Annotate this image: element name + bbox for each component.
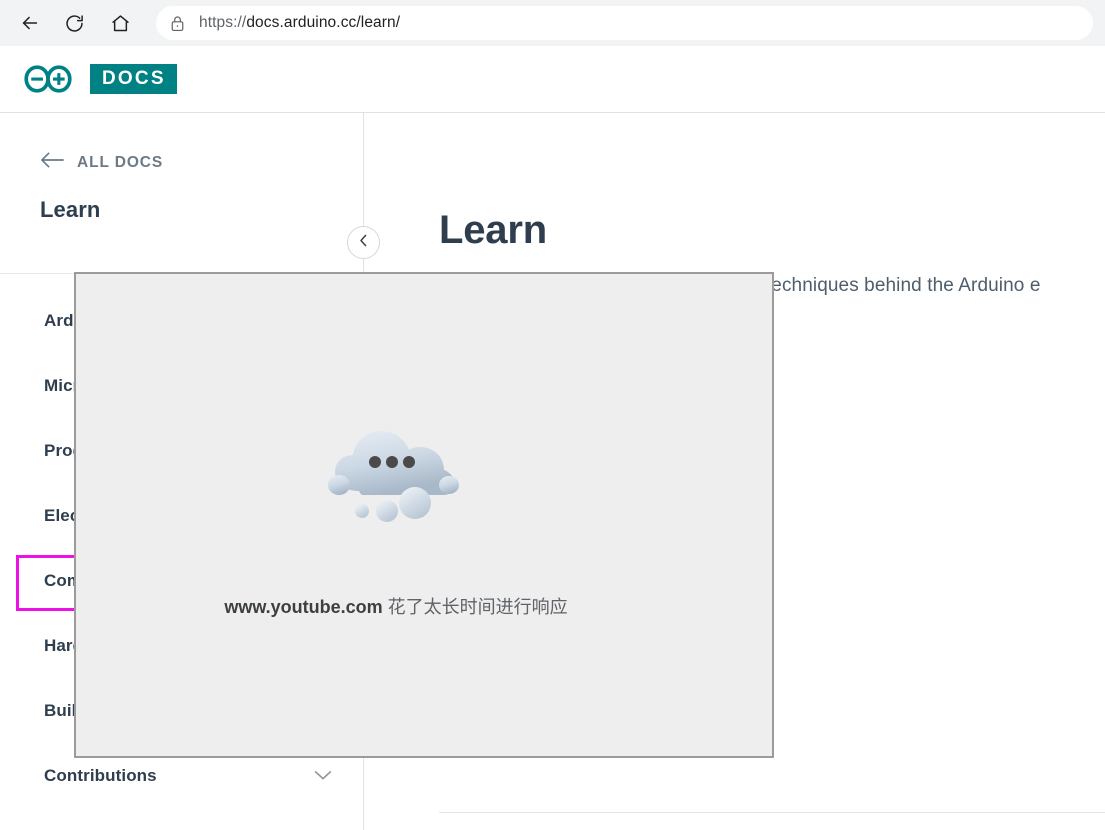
- brand-logo-link[interactable]: DOCS: [16, 62, 177, 96]
- left-arrow-icon: [40, 151, 65, 174]
- lock-icon: [170, 15, 185, 32]
- home-button[interactable]: [102, 5, 138, 41]
- docs-badge: DOCS: [90, 64, 177, 94]
- reload-button[interactable]: [56, 5, 92, 41]
- embed-error-message: www.youtube.com 花了太长时间进行响应: [224, 593, 567, 619]
- sidebar-section-title: Learn: [40, 197, 101, 222]
- page-viewport: DOCS ALL DOCS Learn Arduino Ecosystem: [0, 46, 1105, 830]
- cloud-error-icon: [316, 415, 476, 535]
- site-header: DOCS: [0, 46, 1105, 113]
- embed-error-host: www.youtube.com: [224, 597, 383, 617]
- all-docs-back-link[interactable]: ALL DOCS: [40, 151, 163, 174]
- address-bar[interactable]: https://docs.arduino.cc/learn/: [156, 6, 1093, 40]
- back-button[interactable]: [12, 5, 48, 41]
- back-arrow-icon: [19, 12, 41, 34]
- sidebar-item-label: Contributions: [44, 765, 157, 785]
- reload-icon: [64, 13, 85, 34]
- browser-toolbar: https://docs.arduino.cc/learn/: [0, 0, 1105, 46]
- home-icon: [110, 13, 131, 34]
- content-divider: [439, 812, 1105, 813]
- sidebar-header: ALL DOCS Learn: [0, 113, 363, 223]
- embed-error-reason: 花了太长时间进行响应: [387, 597, 568, 617]
- url-scheme: https://: [199, 14, 247, 31]
- url-host-path: docs.arduino.cc/learn/: [246, 14, 401, 31]
- sidebar-collapse-button[interactable]: [347, 226, 380, 259]
- page-title: Learn: [439, 208, 547, 252]
- embed-error-content: www.youtube.com 花了太长时间进行响应: [76, 274, 716, 756]
- all-docs-label: ALL DOCS: [77, 153, 164, 171]
- url-text: https://docs.arduino.cc/learn/: [199, 14, 400, 32]
- chevron-down-icon: [314, 770, 332, 781]
- chevron-left-icon: [359, 234, 368, 252]
- video-embed-frame[interactable]: www.youtube.com 花了太长时间进行响应: [74, 272, 774, 758]
- arduino-infinity-logo: [16, 62, 80, 96]
